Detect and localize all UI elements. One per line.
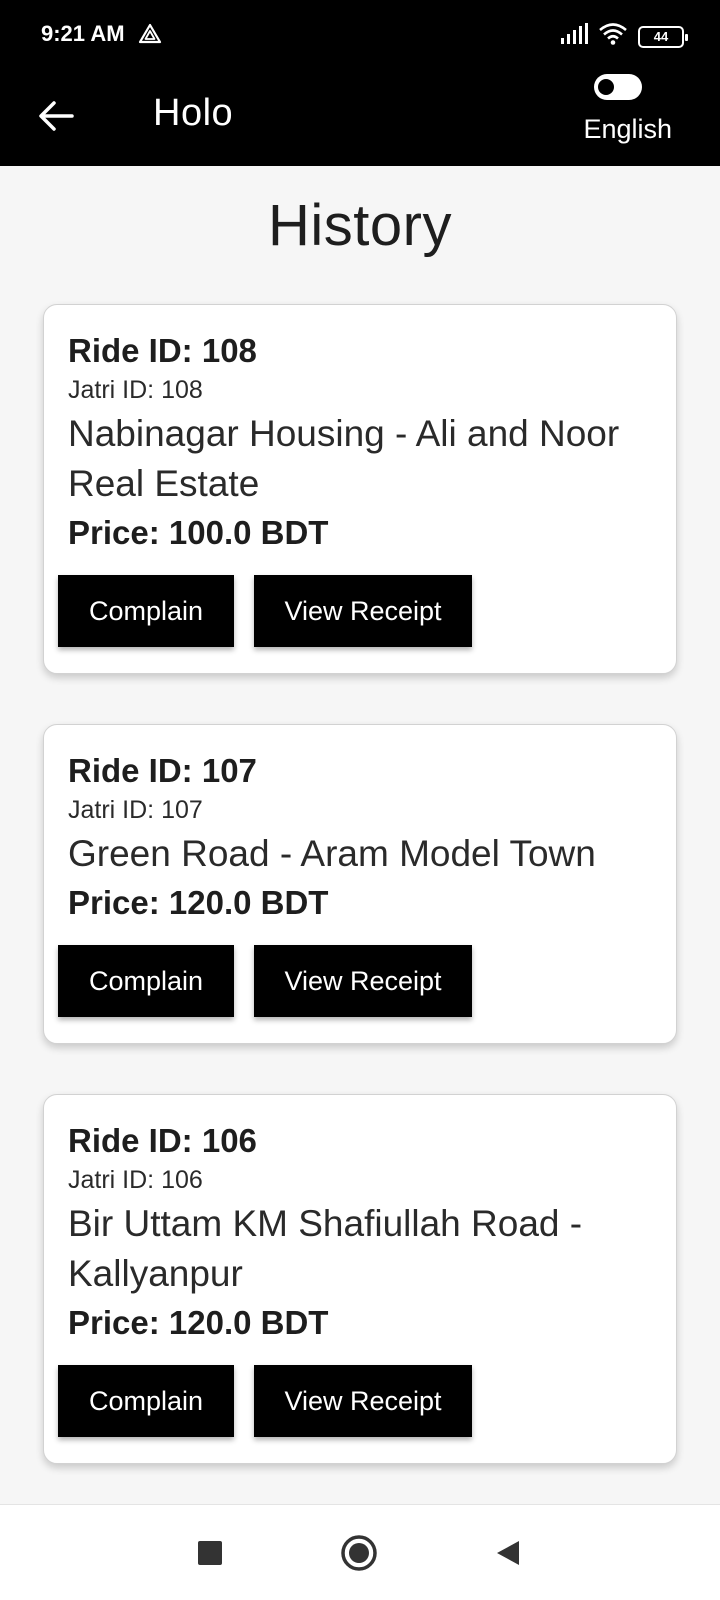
route: Bir Uttam KM Shafiullah Road - Kallyanpu… — [68, 1203, 583, 1294]
view-receipt-button[interactable]: View Receipt — [254, 1365, 472, 1437]
route: Nabinagar Housing - Ali and Noor Real Es… — [68, 413, 620, 504]
status-icons: 44 — [560, 22, 688, 51]
jatri-id: Jatri ID: 107 — [68, 796, 203, 824]
view-receipt-button[interactable]: View Receipt — [254, 945, 472, 1017]
complain-button[interactable]: Complain — [58, 1365, 234, 1437]
app-bar: Holo English — [0, 68, 720, 166]
battery-indicator: 44 — [638, 25, 688, 48]
arrow-left-icon — [39, 101, 74, 131]
circle-icon — [341, 1535, 377, 1571]
square-icon — [198, 1541, 222, 1565]
back-button[interactable] — [30, 90, 82, 142]
ride-card: Ride ID: 108 Jatri ID: 108 Nabinagar Hou… — [43, 304, 677, 674]
status-time: 9:21 AM — [41, 21, 125, 46]
route: Green Road - Aram Model Town — [68, 833, 596, 874]
price: Price: 100.0 BDT — [68, 514, 329, 551]
triangle-back-icon — [497, 1541, 519, 1565]
alert-triangle-icon — [138, 22, 162, 46]
wifi-icon — [598, 22, 628, 51]
language-toggle[interactable] — [594, 74, 642, 100]
language-label: English — [583, 114, 672, 144]
system-nav-bar — [0, 1504, 720, 1600]
ride-id: Ride ID: 106 — [68, 1122, 257, 1159]
nav-back-button[interactable] — [484, 1529, 532, 1577]
card-actions: Complain View Receipt — [58, 1365, 472, 1437]
price: Price: 120.0 BDT — [68, 884, 329, 921]
ride-id: Ride ID: 108 — [68, 332, 257, 369]
recents-button[interactable] — [186, 1529, 234, 1577]
ride-card: Ride ID: 107 Jatri ID: 107 Green Road - … — [43, 724, 677, 1044]
card-actions: Complain View Receipt — [58, 945, 472, 1017]
toggle-knob — [598, 79, 614, 95]
complain-button[interactable]: Complain — [58, 945, 234, 1017]
status-bar: 9:21 AM 44 — [0, 0, 720, 68]
card-actions: Complain View Receipt — [58, 575, 472, 647]
page-title: History — [268, 193, 452, 258]
app-title: Holo — [153, 92, 234, 134]
price: Price: 120.0 BDT — [68, 1304, 329, 1341]
signal-icon — [560, 23, 588, 50]
jatri-id: Jatri ID: 106 — [68, 1166, 203, 1194]
ride-card: Ride ID: 106 Jatri ID: 106 Bir Uttam KM … — [43, 1094, 677, 1464]
jatri-id: Jatri ID: 108 — [68, 376, 203, 404]
ride-id: Ride ID: 107 — [68, 752, 257, 789]
view-receipt-button[interactable]: View Receipt — [254, 575, 472, 647]
complain-button[interactable]: Complain — [58, 575, 234, 647]
home-button[interactable] — [335, 1529, 383, 1577]
